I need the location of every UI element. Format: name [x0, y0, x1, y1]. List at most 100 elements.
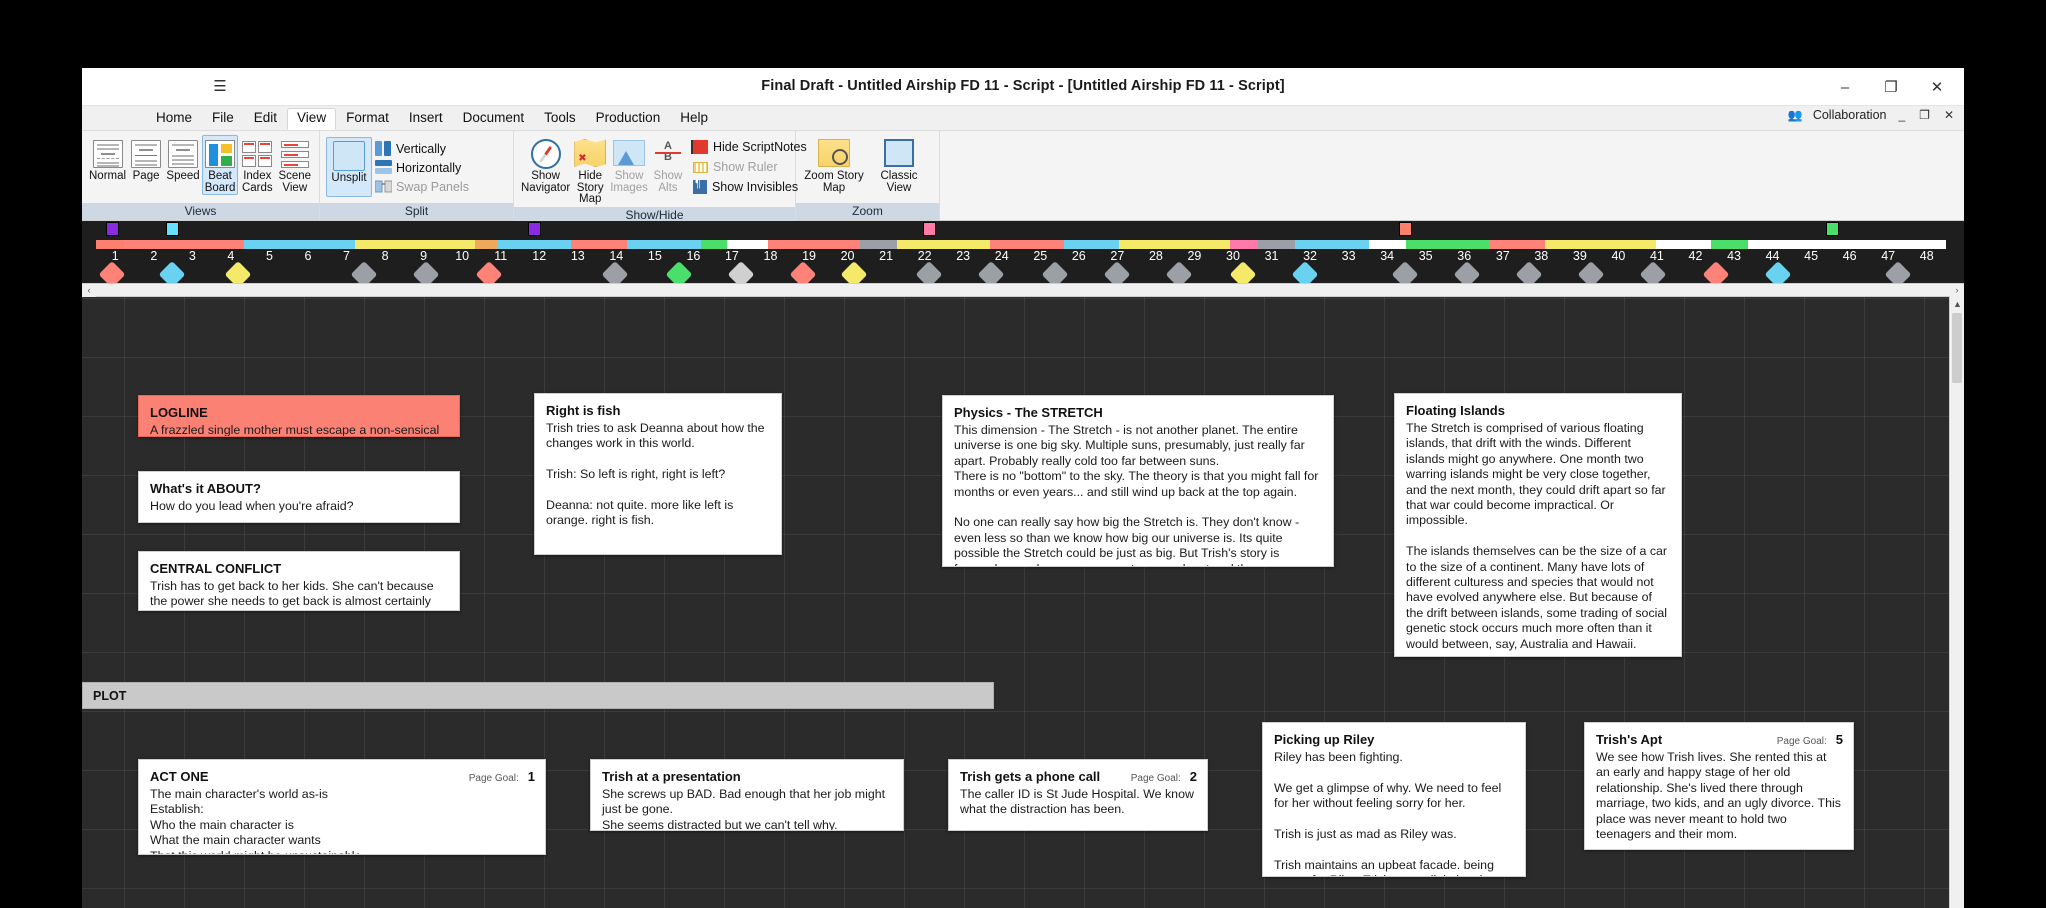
ribbon-show-navigator-button[interactable]: Show Navigator [520, 135, 571, 195]
board-scroll-thumb[interactable] [1952, 313, 1962, 383]
story-map-scene-number: 7 [343, 249, 350, 263]
ribbon-split-vertically-row[interactable]: Vertically [373, 139, 471, 158]
ribbon-swap-panels-row[interactable]: Swap Panels [373, 177, 471, 196]
collaboration-label[interactable]: Collaboration [1813, 108, 1887, 122]
ribbon-page-view-button[interactable]: Page [128, 135, 164, 195]
menu-edit[interactable]: Edit [244, 108, 287, 129]
ribbon-show-images-button[interactable]: Show Images [609, 135, 649, 195]
ribbon-split-horizontally-row[interactable]: Horizontally [373, 158, 471, 177]
story-map-scene-number: 24 [994, 249, 1009, 263]
story-map-segment[interactable] [1294, 240, 1369, 249]
story-map-segment[interactable] [1711, 240, 1749, 249]
menu-view[interactable]: View [287, 108, 337, 130]
story-map-marker[interactable] [1399, 222, 1413, 236]
story-map-segment[interactable] [1489, 240, 1545, 249]
card-trish-gets-a-phone-call[interactable]: Page Goal: 2 Trish gets a phone call The ca… [948, 759, 1208, 831]
ribbon-scene-view-button[interactable]: Scene View [277, 135, 313, 195]
menu-tools[interactable]: Tools [534, 108, 586, 129]
story-map-timeline[interactable]: 1 2 3 4 5 6 7 8 9 10 11 12 13 14 15 16 17 18 19 20 21 22 23 24 2… [82, 221, 1964, 288]
story-map-segment[interactable] [96, 240, 124, 249]
board-vertical-scrollbar[interactable]: ▲ ▼ [1949, 297, 1964, 908]
ribbon-close-button[interactable]: ✕ [1942, 108, 1956, 122]
card-trishs-apt[interactable]: Page Goal: 5 Trish's Apt We see how Trish l… [1584, 722, 1854, 850]
card-floating-islands[interactable]: Floating Islands The Stretch is comprised… [1394, 393, 1682, 657]
beat-board-canvas[interactable]: LOGLINE A frazzled single mother must esc… [82, 297, 1964, 908]
ribbon-beat-board-button[interactable]: Beat Board [202, 135, 239, 195]
scroll-left-arrow[interactable]: ‹ [82, 284, 96, 297]
card-trish-at-a-presentation[interactable]: Trish at a presentation She screws up BAD… [590, 759, 904, 831]
ribbon-restore-button[interactable]: ❐ [1917, 108, 1932, 122]
card-picking-up-riley[interactable]: Picking up Riley Riley has been fighting.… [1262, 722, 1526, 877]
minimize-button[interactable]: – [1822, 70, 1868, 104]
story-map-scene-number: 22 [917, 249, 932, 263]
story-map-marker[interactable] [527, 222, 541, 236]
window-title: Final Draft - Untitled Airship FD 11 - S… [761, 78, 1285, 94]
menu-document[interactable]: Document [453, 108, 535, 129]
story-map-beat-diamonds[interactable] [82, 261, 1964, 288]
ribbon-minimize-button[interactable]: _ [1896, 108, 1907, 122]
ribbon-show-invisibles-row[interactable]: Show Invisibles [690, 177, 810, 197]
story-map-segment[interactable] [989, 240, 1064, 249]
story-map-segment[interactable] [626, 240, 701, 249]
card-right-is-fish[interactable]: Right is fish Trish tries to ask Deanna a… [534, 393, 782, 555]
story-map-scene-number: 47 [1881, 249, 1896, 263]
menu-home[interactable]: Home [146, 108, 202, 129]
story-map-scene-number: 6 [304, 249, 312, 263]
ribbon-show-ruler-row[interactable]: Show Ruler [690, 157, 810, 177]
story-map-segment[interactable] [244, 240, 355, 249]
card-logline[interactable]: LOGLINE A frazzled single mother must esc… [138, 395, 460, 437]
story-map-segment[interactable] [1230, 240, 1258, 249]
ribbon-show-alts-button[interactable]: AB Show Alts [650, 135, 686, 195]
story-map-segment[interactable] [1405, 240, 1490, 249]
story-map-marker[interactable] [1826, 222, 1840, 236]
story-map-segment[interactable] [1368, 240, 1406, 249]
menu-file[interactable]: File [202, 108, 244, 129]
story-map-segment[interactable] [497, 240, 572, 249]
menu-format[interactable]: Format [336, 108, 399, 129]
story-map-segment[interactable] [767, 240, 861, 249]
scroll-up-arrow[interactable]: ▲ [1950, 297, 1964, 311]
story-map-segment[interactable] [1063, 240, 1120, 249]
story-map-scene-number: 4 [227, 249, 235, 263]
scroll-right-arrow[interactable]: › [1950, 284, 1964, 297]
story-map-segment[interactable] [700, 240, 727, 249]
menu-help[interactable]: Help [670, 108, 718, 129]
card-act-one[interactable]: Page Goal: 1 ACT ONE The main character's w… [138, 759, 546, 855]
ribbon-unsplit-button[interactable]: Unsplit [326, 137, 372, 197]
card-physics-the-stretch[interactable]: Physics - The STRETCH This dimension - Th… [942, 395, 1334, 567]
card-whats-it-about[interactable]: What's it ABOUT? How do you lead when you… [138, 471, 460, 523]
menu-insert[interactable]: Insert [399, 108, 453, 129]
story-map-marker[interactable] [922, 222, 936, 236]
story-map-segment[interactable] [1544, 240, 1656, 249]
ribbon-index-cards-button[interactable]: Index Cards [239, 135, 275, 195]
section-header-plot[interactable]: PLOT [82, 682, 994, 709]
close-button[interactable]: ✕ [1914, 70, 1960, 104]
ribbon-normal-view-button[interactable]: Normal [88, 135, 127, 195]
story-map-marker[interactable] [106, 222, 120, 236]
ribbon-speed-view-button[interactable]: Speed [165, 135, 201, 195]
story-map-segment[interactable] [897, 240, 990, 249]
story-map-scene-number: 35 [1418, 249, 1433, 263]
story-map-segment[interactable] [1119, 240, 1231, 249]
ribbon-hide-scriptnotes-row[interactable]: Hide ScriptNotes [690, 137, 810, 157]
story-map-segment[interactable] [1257, 240, 1295, 249]
story-map-horizontal-scrollbar[interactable]: ‹ › [82, 283, 1964, 297]
story-map-segment[interactable] [860, 240, 898, 249]
card-central-conflict[interactable]: CENTRAL CONFLICT Trish has to get back to… [138, 551, 460, 611]
card-body: We see how Trish lives. She rented this … [1596, 750, 1845, 842]
story-map-segment[interactable] [1748, 240, 1845, 249]
story-map-segment[interactable] [355, 240, 476, 249]
ribbon-classic-view-button[interactable]: Classic View [867, 135, 931, 195]
story-map-color-bar[interactable] [96, 240, 1946, 249]
story-map-segment[interactable] [726, 240, 768, 249]
story-map-segment[interactable] [571, 240, 627, 249]
story-map-segment[interactable] [123, 240, 244, 249]
story-map-segment[interactable] [475, 240, 498, 249]
ribbon-hide-story-map-button[interactable]: Hide Story Map [572, 135, 608, 207]
story-map-segment[interactable] [1655, 240, 1712, 249]
maximize-button[interactable]: ❐ [1868, 70, 1914, 104]
ribbon-zoom-story-map-button[interactable]: Zoom Story Map [802, 135, 866, 195]
menu-production[interactable]: Production [586, 108, 671, 129]
story-map-scene-number: 45 [1804, 249, 1819, 263]
story-map-marker[interactable] [166, 222, 180, 236]
